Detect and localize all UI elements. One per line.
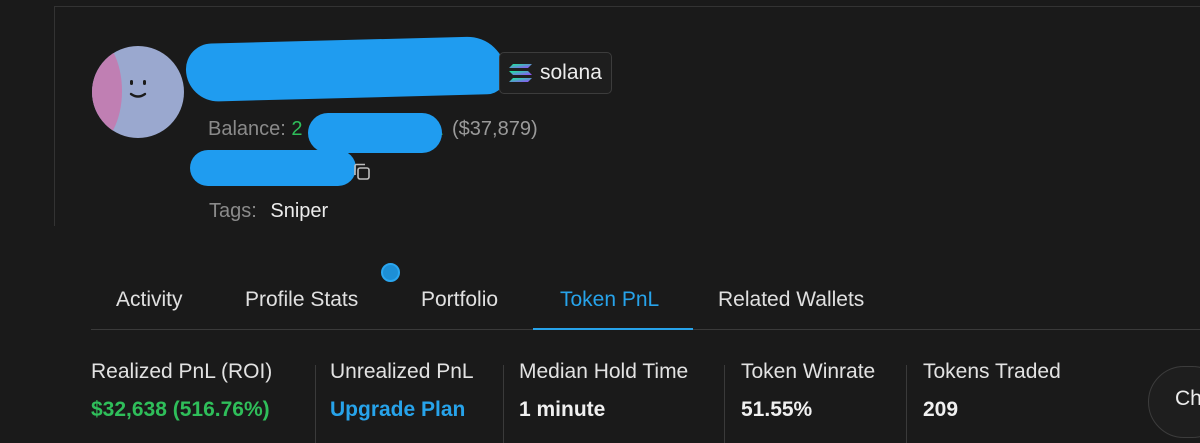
stat-value: 51.55% — [741, 398, 813, 421]
stat-tokens-traded: Tokens Traded 209 — [923, 360, 1061, 422]
tab-activity[interactable]: Activity — [116, 288, 183, 312]
stat-value: 1 minute — [519, 398, 606, 421]
stat-realized-pnl: Realized PnL (ROI) $32,638 (516.76%) — [91, 360, 272, 422]
stat-divider — [503, 365, 504, 443]
copy-icon[interactable] — [352, 162, 372, 182]
tab-portfolio[interactable]: Portfolio — [421, 288, 498, 312]
redacted-balance — [308, 113, 442, 153]
stats-row: Realized PnL (ROI) $32,638 (516.76%) Unr… — [0, 360, 1200, 443]
tab-token-pnl[interactable]: Token PnL — [560, 288, 659, 312]
stat-value: 209 — [923, 398, 959, 421]
active-tab-indicator — [533, 328, 693, 330]
balance-usd: ($37,879) — [452, 118, 538, 140]
tab-bar: Activity Profile Stats Portfolio Token P… — [91, 284, 1200, 328]
stat-median-hold-time: Median Hold Time 1 minute — [519, 360, 688, 422]
stat-token-winrate: Token Winrate 51.55% — [741, 360, 875, 422]
notification-dot — [381, 263, 400, 282]
tab-related-wallets[interactable]: Related Wallets — [718, 288, 864, 312]
tab-profile-stats[interactable]: Profile Stats — [245, 288, 358, 312]
stat-value: $32,638 (516.76%) — [91, 398, 270, 421]
upgrade-plan-link[interactable]: Upgrade Plan — [330, 398, 474, 422]
balance-row: Balance: 2 L ($37,879) — [208, 118, 538, 141]
avatar — [92, 46, 184, 138]
balance-label: Balance: — [208, 118, 286, 140]
card-border-top — [54, 6, 1200, 7]
tags-row: Tags: Sniper — [209, 200, 328, 223]
redacted-wallet-name — [185, 35, 507, 103]
wallet-profile-page: solana Balance: 2 L ($37,879) Tags: Snip… — [0, 0, 1200, 443]
solana-logo-icon — [509, 64, 532, 82]
stat-divider — [906, 365, 907, 443]
tag-sniper: Sniper — [270, 200, 329, 222]
smiley-face-icon — [129, 80, 147, 98]
stat-divider — [315, 365, 316, 443]
stat-divider — [724, 365, 725, 443]
stat-label: Unrealized PnL — [330, 360, 474, 383]
stat-label: Tokens Traded — [923, 360, 1061, 383]
chain-label: solana — [540, 61, 602, 84]
card-border-left — [54, 6, 55, 226]
stat-label: Token Winrate — [741, 360, 876, 383]
chain-badge: solana — [499, 52, 612, 94]
stat-label: Realized PnL (ROI) — [91, 360, 273, 383]
stat-unrealized-pnl: Unrealized PnL Upgrade Plan — [330, 360, 474, 422]
balance-amount: 2 — [291, 118, 303, 140]
redacted-wallet-address — [190, 150, 356, 186]
stat-label: Median Hold Time — [519, 360, 689, 383]
tags-label: Tags: — [209, 200, 257, 222]
